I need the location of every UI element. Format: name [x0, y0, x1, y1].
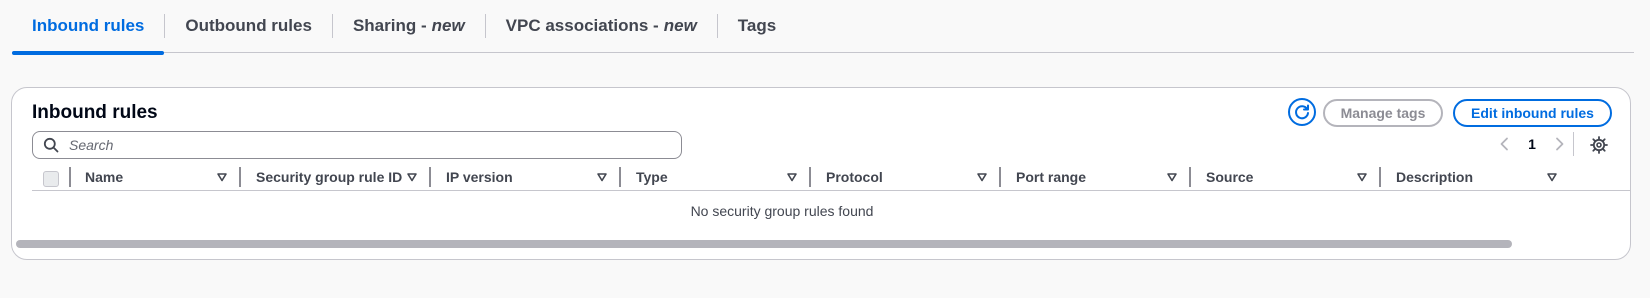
column-divider[interactable] — [239, 167, 241, 187]
gear-icon — [1590, 136, 1608, 154]
sort-caret-icon[interactable] — [975, 170, 989, 184]
tab-tags[interactable]: Tags — [718, 0, 796, 53]
sort-caret-icon[interactable] — [1165, 170, 1179, 184]
column-divider[interactable] — [999, 167, 1001, 187]
table-header: Name Security group rule ID IP version T… — [32, 165, 1630, 191]
next-page-button[interactable] — [1549, 134, 1569, 154]
search-icon — [43, 137, 59, 153]
column-header-description[interactable]: Description — [1396, 165, 1473, 189]
manage-tags-button[interactable]: Manage tags — [1323, 99, 1443, 127]
tab-vpc-associations[interactable]: VPC associations - new — [486, 0, 717, 53]
tab-sharing[interactable]: Sharing - new — [333, 0, 485, 53]
column-divider[interactable] — [1379, 167, 1381, 187]
search-input[interactable] — [69, 137, 669, 153]
column-divider — [69, 167, 71, 187]
tab-label: VPC associations - — [505, 16, 659, 35]
edit-inbound-rules-button[interactable]: Edit inbound rules — [1453, 99, 1612, 127]
column-header-security-group-rule-id[interactable]: Security group rule ID — [256, 165, 402, 189]
preferences-button[interactable] — [1589, 135, 1609, 155]
tab-label: Tags — [737, 16, 777, 35]
tab-bar: Inbound rules Outbound rules Sharing - n… — [12, 0, 1634, 55]
pagination-divider — [1573, 132, 1574, 156]
sort-caret-icon[interactable] — [215, 170, 229, 184]
column-divider[interactable] — [809, 167, 811, 187]
column-header-type[interactable]: Type — [636, 165, 668, 189]
new-badge: new — [431, 16, 465, 35]
column-divider[interactable] — [1189, 167, 1191, 187]
sort-caret-icon[interactable] — [1545, 170, 1559, 184]
pagination: 1 — [1495, 130, 1569, 158]
column-header-source[interactable]: Source — [1206, 165, 1253, 189]
column-divider[interactable] — [429, 167, 431, 187]
chevron-right-icon — [1556, 137, 1564, 151]
panel-title: Inbound rules — [32, 102, 158, 123]
empty-state-message: No security group rules found — [690, 203, 874, 219]
sort-caret-icon[interactable] — [785, 170, 799, 184]
search-field — [32, 131, 682, 159]
refresh-icon — [1295, 104, 1309, 120]
refresh-button[interactable] — [1288, 98, 1316, 126]
column-header-ip-version[interactable]: IP version — [446, 165, 513, 189]
tab-outbound-rules[interactable]: Outbound rules — [165, 0, 332, 53]
column-header-port-range[interactable]: Port range — [1016, 165, 1086, 189]
column-divider[interactable] — [619, 167, 621, 187]
tab-label: Sharing - — [352, 16, 427, 35]
tab-label: Inbound rules — [32, 16, 145, 35]
inbound-rules-panel: Inbound rules Manage tags Edit inbound r… — [11, 87, 1631, 260]
chevron-left-icon — [1500, 137, 1508, 151]
column-header-protocol[interactable]: Protocol — [826, 165, 883, 189]
new-badge: new — [663, 16, 697, 35]
sort-caret-icon[interactable] — [595, 170, 609, 184]
tab-inbound-rules[interactable]: Inbound rules — [12, 0, 165, 55]
horizontal-scrollbar[interactable] — [16, 240, 1512, 248]
column-header-name[interactable]: Name — [85, 165, 123, 189]
previous-page-button[interactable] — [1495, 134, 1515, 154]
select-all-checkbox[interactable] — [43, 171, 59, 187]
sort-caret-icon[interactable] — [1355, 170, 1369, 184]
sort-caret-icon[interactable] — [405, 170, 419, 184]
tab-label: Outbound rules — [185, 16, 312, 35]
page-number[interactable]: 1 — [1515, 136, 1549, 152]
